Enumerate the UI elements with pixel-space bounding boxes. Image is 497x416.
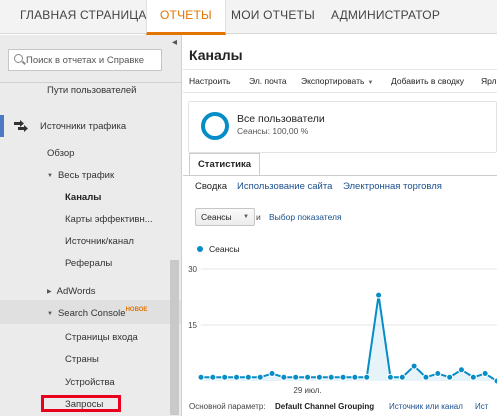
data-point xyxy=(315,373,323,381)
sidebar-item-channels[interactable]: Каналы xyxy=(65,192,101,203)
sidebar-item-source-medium[interactable]: Источник/канал xyxy=(65,236,134,247)
sidebar-item-label: Весь трафик xyxy=(57,170,115,181)
sidebar-item-all-traffic[interactable]: ▼ Весь трафик xyxy=(47,170,114,181)
subtab-ecommerce[interactable]: Электронная торговля xyxy=(343,181,442,192)
data-point xyxy=(386,373,394,381)
data-point xyxy=(339,373,347,381)
primary-dimension-value[interactable]: Default Channel Grouping xyxy=(275,402,374,411)
traffic-sources-icon xyxy=(14,120,28,132)
export-label: Экспортировать xyxy=(301,76,365,86)
data-point xyxy=(422,373,430,381)
sidebar-item-referrals[interactable]: Рефералы xyxy=(65,258,112,269)
subtab-summary[interactable]: Сводка xyxy=(195,181,227,192)
new-badge: НОВОЕ xyxy=(125,307,148,313)
data-point xyxy=(233,373,241,381)
data-point xyxy=(292,373,300,381)
sidebar-item-label: AdWords xyxy=(56,286,96,297)
sidebar-item-effectiveness-maps[interactable]: Карты эффективн... xyxy=(65,214,153,225)
chevron-down-icon: ▼ xyxy=(367,80,374,86)
primary-dimension-label: Основной параметр: xyxy=(189,402,266,411)
data-point xyxy=(398,373,406,381)
tab-my-reports[interactable]: МОИ ОТЧЕТЫ xyxy=(231,0,315,34)
sidebar-item-traffic-sources[interactable]: Источники трафика xyxy=(40,121,126,132)
sidebar-divider xyxy=(0,82,181,83)
data-point xyxy=(469,373,477,381)
segment-ring-icon xyxy=(201,112,229,140)
tab-reports[interactable]: ОТЧЕТЫ xyxy=(146,0,226,35)
email-button[interactable]: Эл. почта xyxy=(249,76,287,86)
subtab-site-usage[interactable]: Использование сайта xyxy=(237,181,332,192)
collapsed-triangle-icon: ▶ xyxy=(47,289,52,295)
export-button[interactable]: Экспортировать ▼ xyxy=(301,76,373,86)
data-point xyxy=(304,373,312,381)
expanded-triangle-icon: ▼ xyxy=(47,173,53,179)
data-point xyxy=(351,373,359,381)
tab-statistics[interactable]: Статистика xyxy=(189,153,260,176)
x-tick-label: 29 июл. xyxy=(293,386,321,395)
data-point xyxy=(221,373,229,381)
source-link[interactable]: Ист xyxy=(475,402,488,411)
search-icon xyxy=(14,54,23,63)
sidebar-item-countries[interactable]: Страны xyxy=(65,354,99,365)
data-point xyxy=(410,362,418,370)
segment-card[interactable]: Все пользователи Сеансы: 100,00 % xyxy=(188,101,497,153)
sidebar-item-devices[interactable]: Устройства xyxy=(65,377,115,388)
segment-share: Сеансы: 100,00 % xyxy=(237,126,309,136)
data-point xyxy=(363,373,371,381)
shortcut-button[interactable]: Ярл xyxy=(481,76,497,86)
search-input[interactable] xyxy=(26,52,160,68)
main-content: Каналы Настроить Эл. почта Экспортироват… xyxy=(183,35,497,416)
sidebar-item-user-paths[interactable]: Пути пользователей xyxy=(47,85,136,96)
metric-select[interactable]: Сеансы ▼ xyxy=(195,208,255,226)
y-tick-label: 30 xyxy=(188,265,197,274)
data-point xyxy=(481,370,489,378)
sidebar-item-adwords[interactable]: ▶ AdWords xyxy=(47,286,96,297)
add-to-dashboard-button[interactable]: Добавить в сводку xyxy=(391,76,464,86)
report-toolbar: Настроить Эл. почта Экспортировать ▼ Доба… xyxy=(183,69,497,93)
data-point xyxy=(375,291,383,299)
tab-divider xyxy=(183,175,497,176)
chevron-down-icon: ▼ xyxy=(243,214,249,220)
data-point xyxy=(209,373,217,381)
data-point xyxy=(327,373,335,381)
collapse-sidebar-icon[interactable]: ◂ xyxy=(168,37,181,51)
and-label: и xyxy=(256,212,261,222)
source-medium-link[interactable]: Источник или канал xyxy=(389,402,463,411)
legend-swatch xyxy=(197,246,203,252)
metric-select-value: Сеансы xyxy=(201,212,232,222)
sidebar-scrollbar[interactable] xyxy=(170,260,179,415)
series-line xyxy=(201,294,497,382)
tab-admin[interactable]: АДМИНИСТРАТОР xyxy=(331,0,440,34)
sidebar-item-landing-pages[interactable]: Страницы входа xyxy=(65,332,138,343)
top-navigation: ГЛАВНАЯ СТРАНИЦА ОТЧЕТЫ МОИ ОТЧЕТЫ АДМИН… xyxy=(0,0,497,35)
data-point xyxy=(457,366,465,374)
sessions-chart: 30 15 29 июл. xyxy=(188,265,497,395)
sidebar-item-search-console[interactable]: ▼ Search ConsoleНОВОЕ xyxy=(47,307,147,319)
sidebar-item-overview[interactable]: Обзор xyxy=(47,148,74,159)
tab-home[interactable]: ГЛАВНАЯ СТРАНИЦА xyxy=(20,0,147,34)
data-point xyxy=(434,370,442,378)
data-point xyxy=(268,370,276,378)
y-tick-label: 15 xyxy=(188,321,197,330)
page-title: Каналы xyxy=(189,47,243,63)
data-point xyxy=(446,373,454,381)
pick-metric-link[interactable]: Выбор показателя xyxy=(269,212,342,222)
customize-button[interactable]: Настроить xyxy=(189,76,231,86)
segment-name: Все пользователи xyxy=(237,113,325,125)
expanded-triangle-icon: ▼ xyxy=(47,311,53,317)
queries-highlight-box xyxy=(41,395,121,412)
sidebar-item-label: Search Console xyxy=(57,308,126,319)
series-area xyxy=(201,295,497,381)
data-point xyxy=(280,373,288,381)
data-point xyxy=(197,373,205,381)
sidebar: ◂ Пути пользователей Источники трафика О… xyxy=(0,35,182,416)
active-section-indicator xyxy=(0,115,4,137)
report-search-box[interactable] xyxy=(8,49,162,71)
data-point xyxy=(244,373,252,381)
data-point xyxy=(256,373,264,381)
